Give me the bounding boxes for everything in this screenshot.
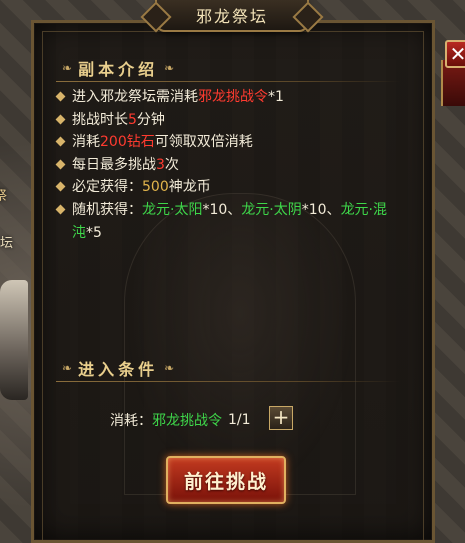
rule-text: *5 bbox=[86, 224, 102, 241]
challenge-button[interactable]: 前往挑战 bbox=[166, 456, 286, 504]
section-divider bbox=[56, 81, 400, 82]
intro-rule-list: 进入邪龙祭坛需消耗邪龙挑战令*1 挑战时长5分钟 消耗200钻石可领取双倍消耗 每日最… bbox=[55, 86, 400, 244]
rule-highlight-text: 500 bbox=[142, 179, 169, 196]
cost-item-name: 邪龙挑战令 bbox=[152, 413, 222, 429]
rule-highlight-text: 邪龙挑战令 bbox=[198, 89, 268, 105]
rule-text: 必定获得： bbox=[72, 179, 142, 196]
bullet-diamond-icon bbox=[55, 136, 66, 147]
intro-header-label: 副本介绍 bbox=[78, 60, 159, 79]
scene-sign: 祭 bbox=[0, 189, 8, 204]
rule-text: 挑战时长 bbox=[72, 111, 128, 128]
rule-text: *10、 bbox=[202, 201, 242, 218]
intro-section-header: ❧ 副本介绍 ❧ bbox=[56, 56, 400, 82]
cost-label: 消耗： bbox=[110, 413, 152, 429]
rule-text: *10、 bbox=[301, 201, 341, 218]
bullet-diamond-icon bbox=[55, 114, 66, 125]
cost-item-count: 1/1 bbox=[228, 412, 251, 428]
close-button[interactable]: ✕ bbox=[445, 40, 465, 68]
bullet-diamond-icon bbox=[55, 91, 66, 102]
rule-highlight-text: 200钻石 bbox=[100, 134, 155, 151]
rule-text: 次 bbox=[164, 156, 179, 173]
header-flourish-right-icon: ❧ bbox=[164, 61, 175, 75]
cost-row: 消耗： 邪龙挑战令 1/1 bbox=[110, 408, 251, 432]
bullet-diamond-icon bbox=[55, 181, 66, 192]
rule-text: 每日最多挑战 bbox=[72, 156, 156, 173]
intro-rule-item: 消耗200钻石可领取双倍消耗 bbox=[55, 131, 400, 154]
header-flourish-left-icon: ❧ bbox=[62, 361, 73, 375]
rule-text: 进入邪龙祭坛需消耗 bbox=[72, 89, 198, 105]
rule-text: 随机获得： bbox=[72, 201, 142, 218]
header-flourish-left-icon: ❧ bbox=[62, 61, 73, 75]
intro-rule-item: 随机获得：龙元·太阳*10、龙元·太阴*10、龙元·混沌*5 bbox=[55, 199, 400, 244]
bullet-diamond-icon bbox=[55, 159, 66, 170]
add-item-button[interactable]: + bbox=[269, 406, 293, 430]
header-flourish-right-icon: ❧ bbox=[164, 361, 175, 375]
panel-title: 邪龙祭坛 bbox=[155, 0, 309, 32]
intro-rule-item: 每日最多挑战3次 bbox=[55, 154, 400, 177]
rule-highlight-text: 龙元·太阴 bbox=[241, 201, 302, 218]
rule-text: 消耗 bbox=[72, 134, 100, 151]
rule-text: 神龙币 bbox=[168, 179, 211, 196]
intro-rule-item: 进入邪龙祭坛需消耗邪龙挑战令*1 bbox=[55, 86, 400, 109]
scene-sign-2: 坛 bbox=[0, 236, 14, 251]
conditions-header-label: 进入条件 bbox=[78, 360, 159, 379]
plus-icon: + bbox=[272, 405, 290, 429]
conditions-section-header: ❧ 进入条件 ❧ bbox=[56, 356, 400, 382]
rule-text: 分钟 bbox=[136, 111, 165, 128]
bullet-diamond-icon bbox=[55, 204, 66, 215]
rule-highlight-text: 龙元·太阳 bbox=[142, 201, 203, 218]
section-divider bbox=[56, 381, 400, 382]
intro-rule-item: 必定获得：500神龙币 bbox=[55, 176, 400, 199]
intro-rule-item: 挑战时长5分钟 bbox=[55, 109, 400, 132]
rule-highlight-text: 5 bbox=[128, 111, 137, 128]
close-icon: ✕ bbox=[449, 42, 465, 66]
scene-character bbox=[0, 280, 28, 400]
rule-text: *1 bbox=[268, 89, 284, 105]
rule-highlight-text: 3 bbox=[156, 156, 165, 173]
rule-text: 可领取双倍消耗 bbox=[154, 134, 253, 151]
